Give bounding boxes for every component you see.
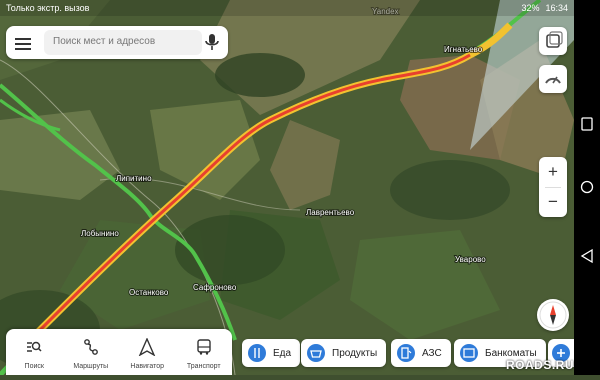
menu-icon[interactable] (15, 35, 31, 50)
chip-atm-label: Банкоматы (485, 347, 537, 359)
speedometer-button[interactable] (539, 65, 567, 93)
system-navigation-bar (574, 0, 600, 375)
search-bar[interactable]: Поиск мест и адресов (6, 26, 228, 59)
search-input[interactable]: Поиск мест и адресов (44, 30, 202, 55)
microphone-icon[interactable] (203, 32, 221, 52)
clock-text: 16:34 (545, 3, 568, 13)
fuel-icon (397, 344, 415, 362)
map-label-place[interactable]: Останково (128, 287, 170, 298)
nav-routes[interactable]: Маршруты (63, 329, 120, 375)
nav-transport[interactable]: Транспорт (176, 329, 233, 375)
route-icon (83, 339, 98, 355)
nav-transport-label: Транспорт (186, 363, 221, 370)
map-label-place[interactable]: Сафроново (192, 282, 238, 293)
recent-apps-icon[interactable] (581, 117, 593, 131)
map-label-place[interactable]: Липитино (115, 173, 153, 184)
chip-food-label: Еда (273, 347, 292, 359)
nav-routes-label: Маршруты (73, 363, 109, 370)
compass-icon (539, 301, 567, 329)
search-list-icon (27, 341, 42, 352)
chip-groceries[interactable]: Продукты (301, 339, 387, 367)
zoom-in-button[interactable]: + (539, 157, 567, 187)
compass-button[interactable] (537, 299, 569, 331)
map-label-place[interactable]: Лаврентьево (305, 207, 356, 218)
nav-search-label: Поиск (24, 363, 44, 370)
navigator-arrow-icon (139, 338, 156, 356)
speedometer-icon (545, 76, 561, 84)
chip-food[interactable]: Еда (242, 339, 301, 367)
nav-navigator[interactable]: Навигатор (119, 329, 176, 375)
status-bar: Только экстр. вызов 32% 16:34 (0, 0, 574, 16)
search-placeholder: Поиск мест и адресов (53, 36, 156, 47)
chip-groceries-label: Продукты (332, 347, 378, 359)
chip-fuel[interactable]: АЗС (391, 339, 451, 367)
map-label-place[interactable]: Лобынино (80, 228, 120, 239)
roads-watermark: ROADS.RU (506, 358, 575, 372)
nav-search[interactable]: Поиск (6, 329, 63, 375)
layers-button[interactable] (539, 27, 567, 55)
home-icon[interactable] (580, 180, 594, 194)
battery-text: 32% (521, 3, 540, 13)
back-icon[interactable] (580, 248, 593, 264)
bus-icon (197, 339, 211, 355)
layers-icon (546, 31, 563, 48)
chip-fuel-label: АЗС (422, 347, 442, 359)
zoom-control[interactable]: + − (539, 157, 567, 217)
map-label-place[interactable]: Уварово (454, 254, 487, 265)
basket-icon (307, 344, 325, 362)
map-view[interactable]: Игнатьево Липитино Лобынино Лаврентьево Увар… (0, 0, 574, 375)
map-label-place[interactable]: Игнатьево (443, 44, 484, 55)
emergency-calls-text: Только экстр. вызов (6, 3, 90, 13)
fork-knife-icon (248, 344, 266, 362)
zoom-out-button[interactable]: − (539, 187, 567, 217)
nav-navigator-label: Навигатор (130, 363, 165, 370)
atm-icon (460, 344, 478, 362)
bottom-navigation: Поиск Маршруты Навигатор Транспорт (6, 329, 232, 375)
